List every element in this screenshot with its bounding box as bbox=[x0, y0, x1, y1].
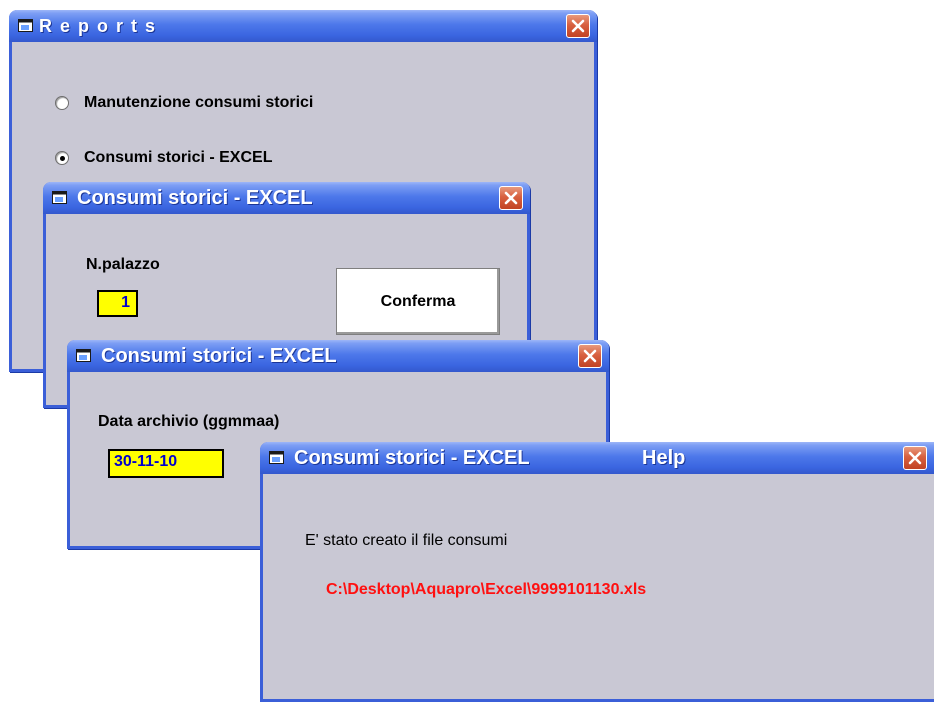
close-icon bbox=[583, 349, 597, 363]
help-menu[interactable]: Help bbox=[642, 442, 685, 474]
message-title: Consumi storici - EXCEL bbox=[294, 447, 530, 469]
app-window-icon bbox=[52, 191, 67, 204]
option-consumi-excel-label[interactable]: Consumi storici - EXCEL bbox=[84, 149, 272, 167]
message-text: E' stato creato il file consumi bbox=[305, 532, 508, 549]
date-input[interactable]: 30-11-10 bbox=[108, 449, 224, 478]
app-window-icon bbox=[18, 19, 33, 32]
date-close-button[interactable] bbox=[578, 344, 602, 368]
palazzo-titlebar[interactable]: Consumi storici - EXCEL bbox=[43, 182, 530, 214]
app-window-icon bbox=[76, 349, 91, 362]
message-titlebar[interactable]: Consumi storici - EXCEL Help bbox=[260, 442, 934, 474]
palazzo-input[interactable]: 1 bbox=[97, 290, 138, 317]
close-icon bbox=[571, 19, 585, 33]
radio-selected-dot bbox=[60, 156, 65, 161]
message-window: Consumi storici - EXCEL Help E' stato cr… bbox=[260, 442, 934, 702]
palazzo-label: N.palazzo bbox=[86, 256, 160, 273]
palazzo-title: Consumi storici - EXCEL bbox=[77, 187, 313, 209]
option-manutenzione-label[interactable]: Manutenzione consumi storici bbox=[84, 94, 313, 112]
conferma-button[interactable]: Conferma bbox=[336, 268, 500, 335]
message-close-button[interactable] bbox=[903, 446, 927, 470]
reports-titlebar[interactable]: Reports bbox=[9, 10, 597, 42]
file-path: C:\Desktop\Aquapro\Excel\9999101130.xls bbox=[326, 581, 647, 598]
date-titlebar[interactable]: Consumi storici - EXCEL bbox=[67, 340, 609, 372]
close-icon bbox=[504, 191, 518, 205]
reports-title: Reports bbox=[39, 16, 164, 36]
date-title: Consumi storici - EXCEL bbox=[101, 345, 337, 367]
close-icon bbox=[908, 451, 922, 465]
app-window-icon bbox=[269, 451, 284, 464]
date-label: Data archivio (ggmmaa) bbox=[98, 413, 280, 430]
radio-manutenzione[interactable] bbox=[55, 96, 69, 110]
palazzo-close-button[interactable] bbox=[499, 186, 523, 210]
radio-consumi-excel[interactable] bbox=[55, 151, 69, 165]
reports-close-button[interactable] bbox=[566, 14, 590, 38]
